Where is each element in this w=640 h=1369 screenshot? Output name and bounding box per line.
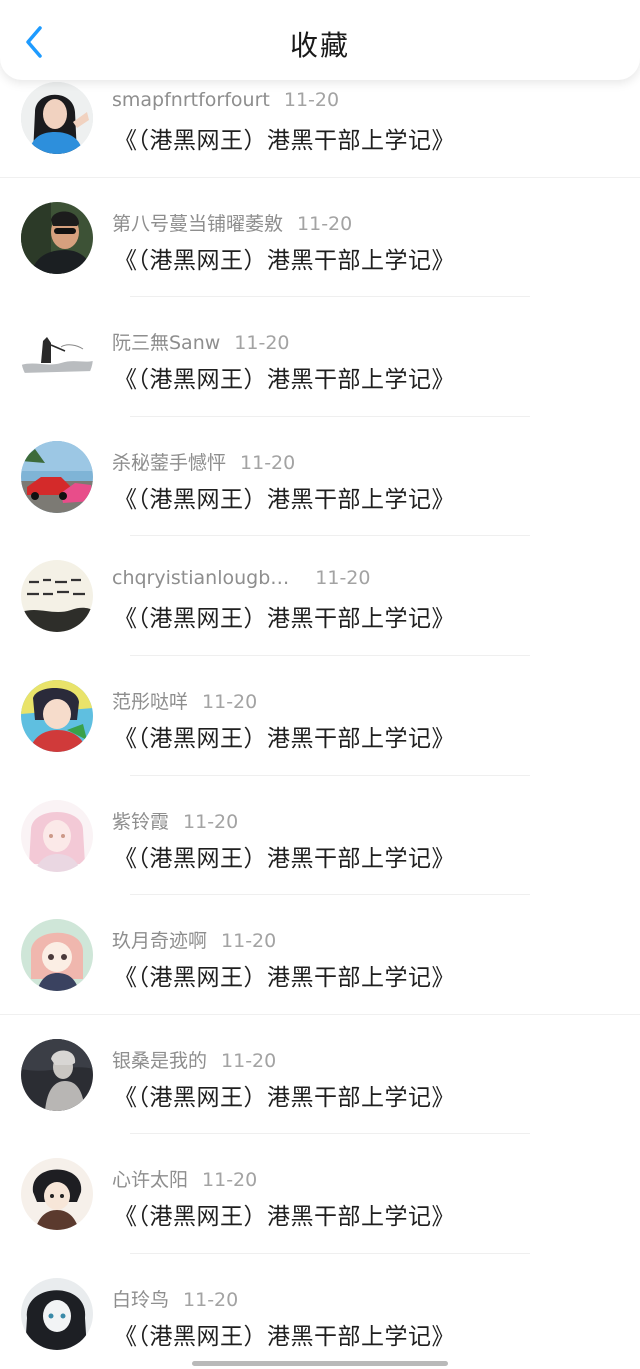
item-meta: 范彤哒咩 11-20 <box>112 687 257 714</box>
item-meta: 玖月奇迹啊 11-20 <box>112 926 276 953</box>
item-meta: 杀秘蓥手憾怦 11-20 <box>112 448 295 475</box>
work-title[interactable]: 《（港黑网王）港黑干部上学记》 <box>114 839 455 873</box>
username[interactable]: 第八号蔓当铺曜萎敫 <box>112 213 283 235</box>
work-title[interactable]: 《（港黑网王）港黑干部上学记》 <box>114 599 455 633</box>
timestamp: 11-20 <box>202 690 258 713</box>
username[interactable]: 紫铃霞 <box>112 811 169 833</box>
list-item[interactable]: 紫铃霞 11-20 《（港黑网王）港黑干部上学记》 <box>0 776 640 896</box>
item-meta: 白玲鸟 11-20 <box>112 1285 238 1312</box>
list-item[interactable]: 杀秘蓥手憾怦 11-20 《（港黑网王）港黑干部上学记》 <box>0 417 640 537</box>
avatar-ink-figure-icon[interactable] <box>21 321 93 394</box>
list-item[interactable]: 心许太阳 11-20 《（港黑网王）港黑干部上学记》 <box>0 1134 640 1254</box>
item-meta: smapfnrtforfourt 11-20 <box>112 89 339 111</box>
avatar-anime-sketch-icon[interactable] <box>21 1277 93 1350</box>
timestamp: 11-20 <box>183 810 239 833</box>
item-meta: 紫铃霞 11-20 <box>112 807 238 834</box>
username[interactable]: 杀秘蓥手憾怦 <box>112 452 226 474</box>
item-meta: 心许太阳 11-20 <box>112 1165 257 1192</box>
favorites-list[interactable]: smapfnrtforfourt 11-20 《（港黑网王）港黑干部上学记》 第八… <box>0 58 640 1369</box>
list-item[interactable]: 白玲鸟 11-20 《（港黑网王）港黑干部上学记》 <box>0 1254 640 1369</box>
username[interactable]: 阮三無Sanw <box>112 332 220 354</box>
avatar-dark-figure-icon[interactable] <box>21 1038 93 1111</box>
item-meta: 阮三無Sanw 11-20 <box>112 328 290 355</box>
list-item[interactable]: 范彤哒咩 11-20 《（港黑网王）港黑干部上学记》 <box>0 656 640 776</box>
avatar-anime-colorful-icon[interactable] <box>21 679 93 752</box>
work-title[interactable]: 《（港黑网王）港黑干部上学记》 <box>114 1078 455 1112</box>
username[interactable]: chqryistianlougb… <box>112 567 289 589</box>
timestamp: 11-20 <box>221 1049 277 1072</box>
avatar-red-cars-icon[interactable] <box>21 440 93 513</box>
username[interactable]: 心许太阳 <box>112 1169 188 1191</box>
work-title[interactable]: 《（港黑网王）港黑干部上学记》 <box>114 1197 455 1231</box>
item-meta: 银桑是我的 11-20 <box>112 1046 276 1073</box>
favorites-screen: 收藏 smapfnrtforfourt 11-20 《（港黑网王）港黑干部上学记》 <box>0 0 640 1369</box>
timestamp: 11-20 <box>240 451 296 474</box>
avatar-man-sunglasses-icon[interactable] <box>21 201 93 274</box>
avatar-anime-pink-icon[interactable] <box>21 799 93 872</box>
timestamp: 11-20 <box>183 1288 239 1311</box>
page-title: 收藏 <box>289 29 350 62</box>
work-title[interactable]: 《（港黑网王）港黑干部上学记》 <box>114 719 455 753</box>
work-title[interactable]: 《（港黑网王）港黑干部上学记》 <box>114 360 455 394</box>
item-meta: 第八号蔓当铺曜萎敫 11-20 <box>112 209 352 236</box>
timestamp: 11-20 <box>297 212 353 235</box>
list-item[interactable]: 玖月奇迹啊 11-20 《（港黑网王）港黑干部上学记》 <box>0 895 640 1015</box>
work-title[interactable]: 《（港黑网王）港黑干部上学记》 <box>114 1317 455 1351</box>
list-item[interactable]: chqryistianlougb… 11-20 《（港黑网王）港黑干部上学记》 <box>0 536 640 656</box>
username[interactable]: 范彤哒咩 <box>112 691 188 713</box>
timestamp: 11-20 <box>202 1169 258 1192</box>
timestamp: 11-20 <box>234 332 290 355</box>
home-indicator[interactable] <box>192 1361 448 1366</box>
avatar-anime-boy-icon[interactable] <box>21 1158 93 1231</box>
avatar-anime-girl-icon[interactable] <box>21 919 93 992</box>
work-title[interactable]: 《（港黑网王）港黑干部上学记》 <box>114 121 455 155</box>
avatar-calligraphy-icon[interactable] <box>21 560 93 633</box>
timestamp: 11-20 <box>315 567 371 590</box>
avatar-girl-photo-icon[interactable] <box>21 82 93 154</box>
timestamp: 11-20 <box>221 930 277 953</box>
username[interactable]: 玖月奇迹啊 <box>112 930 207 952</box>
work-title[interactable]: 《（港黑网王）港黑干部上学记》 <box>114 241 455 275</box>
timestamp: 11-20 <box>283 89 340 111</box>
username[interactable]: smapfnrtforfourt <box>112 89 270 111</box>
work-title[interactable]: 《（港黑网王）港黑干部上学记》 <box>114 480 455 514</box>
username[interactable]: 银桑是我的 <box>112 1050 207 1072</box>
list-item[interactable]: 第八号蔓当铺曜萎敫 11-20 《（港黑网王）港黑干部上学记》 <box>0 178 640 298</box>
nav-bar: 收藏 <box>0 0 640 80</box>
username[interactable]: 白玲鸟 <box>112 1289 169 1311</box>
work-title[interactable]: 《（港黑网王）港黑干部上学记》 <box>114 958 455 992</box>
item-meta: chqryistianlougb… 11-20 <box>112 567 370 589</box>
list-item[interactable]: 银桑是我的 11-20 《（港黑网王）港黑干部上学记》 <box>0 1015 640 1135</box>
list-item[interactable]: 阮三無Sanw 11-20 《（港黑网王）港黑干部上学记》 <box>0 297 640 417</box>
